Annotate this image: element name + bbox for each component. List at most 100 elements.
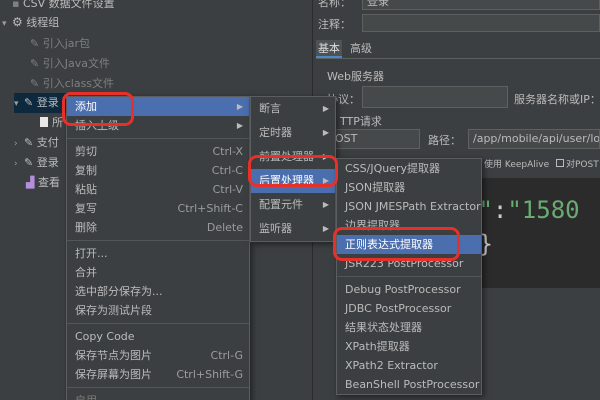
post-menu-item[interactable]: 正则表达式提取器 (337, 235, 481, 254)
context-menu-item[interactable]: 复写 Ctrl+Shift-C (67, 199, 249, 218)
add-menu-item-label: 监听器 (259, 222, 292, 235)
context-menu-item-label: 保存为测试片段 (75, 304, 152, 317)
post-menu-item[interactable]: 结果状态处理器 (337, 318, 481, 337)
context-menu-item-label: 保存节点为图片 (75, 349, 152, 362)
tree-item-login-selected[interactable]: ▾ ✎ 登录 (14, 93, 70, 113)
server-label: 服务器名称或IP： (514, 93, 600, 106)
context-menu-item[interactable]: 合并 (67, 263, 249, 282)
tab-advanced[interactable]: 高级 (348, 40, 374, 56)
post-menu-item-label: 正则表达式提取器 (345, 238, 433, 251)
context-menu-item-label: 粘贴 (75, 183, 97, 196)
menu-separator (67, 387, 249, 388)
method-select[interactable]: OST (330, 129, 420, 149)
chart-icon: ▟ (26, 176, 35, 189)
post-menu-item[interactable]: XPath提取器 (337, 337, 481, 356)
name-field[interactable]: 登录 (362, 0, 600, 10)
post-menu-item[interactable]: 边界提取器 (337, 216, 481, 235)
context-menu-item-label: 保存屏幕为图片 (75, 368, 152, 381)
comment-field[interactable] (362, 14, 600, 32)
context-menu-shortcut: Delete (206, 221, 243, 234)
post-menu-item[interactable]: JDBC PostProcessor (337, 299, 481, 318)
comment-label: 注释： (318, 18, 351, 31)
pencil-icon: ✎ (30, 37, 43, 50)
context-menu-shortcut: Ctrl+Shift-C (177, 202, 243, 215)
keepalive-checkbox[interactable]: 使用 KeepAlive (474, 157, 549, 170)
submenu-arrow-icon: ▶ (322, 104, 329, 113)
tree-item-jar[interactable]: ✎ 引入jar包 (30, 34, 90, 54)
pencil-icon: ✎ (24, 156, 34, 169)
context-menu-item[interactable]: 剪切 Ctrl-X (67, 142, 249, 161)
context-menu-item[interactable]: 保存屏幕为图片 Ctrl+Shift-G (67, 365, 249, 384)
tab-basic[interactable]: 基本 (316, 40, 342, 58)
context-menu-item[interactable]: 选中部分保存为... (67, 282, 249, 301)
tree-item-java[interactable]: ✎ 引入Java文件 (30, 54, 110, 74)
gear-icon: ⚙ (12, 15, 23, 29)
post-menu-item[interactable]: BeanShell PostProcessor (337, 375, 481, 394)
csv-icon: ▪ (12, 0, 23, 10)
add-menu-item-label: 配置元件 (259, 198, 303, 211)
post-menu-item[interactable]: XPath2 Extractor (337, 356, 481, 375)
http-request-label: TTP请求 (340, 115, 382, 128)
context-menu-item: 启用 (67, 391, 249, 400)
add-menu-item[interactable]: 监听器 ▶ (251, 217, 335, 241)
context-menu-item-label: 合并 (75, 266, 97, 279)
post-menu-item-label: JSON JMESPath Extractor (345, 200, 481, 213)
add-menu-item[interactable]: 定时器 ▶ (251, 121, 335, 145)
context-menu-item[interactable]: Copy Code (67, 327, 249, 346)
context-menu-item-label: Copy Code (75, 330, 135, 343)
file-icon (40, 117, 48, 127)
checkbox-icon (556, 159, 564, 167)
submenu-arrow-icon: ▶ (322, 152, 329, 161)
post-checkbox[interactable]: 对POST (556, 157, 599, 170)
add-menu-item[interactable]: 配置元件 ▶ (251, 193, 335, 217)
menu-separator (67, 138, 249, 139)
post-menu-item[interactable]: JSON JMESPath Extractor (337, 197, 481, 216)
chevron-right-icon: › (14, 159, 18, 169)
post-menu-item-label: XPath2 Extractor (345, 359, 438, 372)
context-menu-item-label: 添加 (75, 100, 97, 113)
web-server-label: Web服务器 (327, 70, 384, 83)
submenu-arrow-icon: ▶ (236, 121, 243, 130)
context-menu-item[interactable]: 保存为测试片段 (67, 301, 249, 320)
submenu-arrow-icon: ▶ (322, 128, 329, 137)
context-menu-item-label: 启用 (75, 394, 97, 400)
context-menu-shortcut: Ctrl-X (212, 145, 243, 158)
tab-divider (316, 58, 600, 59)
tree-item-pay[interactable]: › ✎ 支付 (14, 133, 59, 153)
tree-item-thread-group[interactable]: ▾ ⚙ 线程组 (2, 12, 59, 32)
submenu-arrow-icon: ▶ (322, 224, 329, 233)
add-menu-item[interactable]: 断言 ▶ (251, 97, 335, 121)
add-menu-item[interactable]: 后置处理器 ▶ (251, 169, 335, 193)
context-menu-item[interactable]: 复制 Ctrl-C (67, 161, 249, 180)
add-menu-item[interactable]: 前置处理器 ▶ (251, 145, 335, 169)
context-menu-item-label: 插入上级 (75, 119, 119, 132)
post-menu-item[interactable]: CSS/JQuery提取器 (337, 159, 481, 178)
tree-item-login2[interactable]: › ✎ 登录 (14, 153, 59, 173)
post-menu-item[interactable]: JSR223 PostProcessor (337, 254, 481, 273)
add-menu-item-label: 前置处理器 (259, 150, 314, 163)
context-menu-item[interactable]: 添加 ▶ (67, 97, 249, 116)
path-label: 路径： (428, 134, 461, 147)
post-menu-item[interactable]: Debug PostProcessor (337, 280, 481, 299)
context-menu-item[interactable]: 插入上级 ▶ (67, 116, 249, 135)
post-menu-item-label: CSS/JQuery提取器 (345, 162, 441, 175)
post-menu-item[interactable]: JSON提取器 (337, 178, 481, 197)
chevron-down-icon: ▾ (14, 99, 19, 109)
chevron-down-icon: ▾ (2, 19, 7, 29)
context-menu-item[interactable]: 删除 Delete (67, 218, 249, 237)
context-menu-item[interactable]: 打开... (67, 244, 249, 263)
pencil-icon: ✎ (24, 96, 34, 109)
context-menu-item-label: 复制 (75, 164, 97, 177)
protocol-input[interactable] (362, 86, 508, 108)
context-menu-item[interactable]: 保存节点为图片 Ctrl-G (67, 346, 249, 365)
context-menu-item-label: 复写 (75, 202, 97, 215)
tree-item-child[interactable]: 所 (40, 113, 63, 133)
context-menu-item[interactable]: 粘贴 Ctrl-V (67, 180, 249, 199)
menu-separator (67, 323, 249, 324)
post-menu-item-label: 结果状态处理器 (345, 321, 422, 334)
tree-item-class[interactable]: ✎ 引入class文件 (30, 74, 114, 94)
path-input[interactable]: /app/mobile/api/user/logi (468, 129, 600, 149)
tree-item-view-results[interactable]: ▟ 查看 (26, 173, 60, 193)
context-menu-shortcut: Ctrl-C (211, 164, 243, 177)
add-menu-item-label: 断言 (259, 102, 281, 115)
